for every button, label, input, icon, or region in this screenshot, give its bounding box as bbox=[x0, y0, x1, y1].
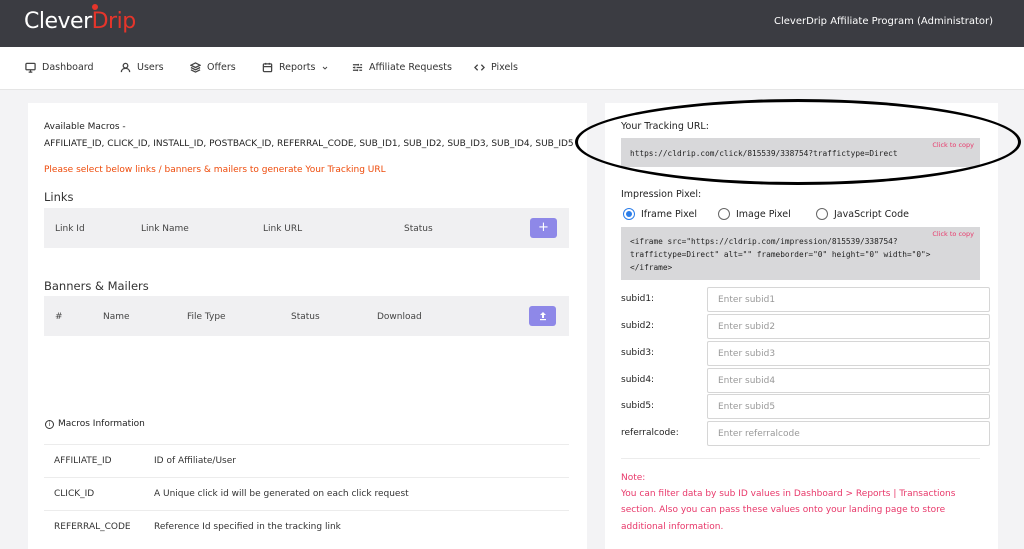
upload-icon bbox=[539, 312, 546, 321]
nav-item-pixels[interactable]: Pixels bbox=[474, 62, 518, 73]
iframe-code-line: <iframe src="https://cldrip.com/impressi… bbox=[630, 237, 898, 246]
subid1-input[interactable] bbox=[707, 287, 990, 312]
col-number: # bbox=[55, 312, 63, 322]
chevron-down-icon bbox=[323, 66, 328, 70]
nav-label: Users bbox=[137, 62, 164, 73]
col-link-url: Link URL bbox=[263, 224, 303, 234]
subid5-input[interactable] bbox=[707, 394, 990, 419]
nav-item-offers[interactable]: Offers bbox=[190, 62, 236, 73]
nav-label: Pixels bbox=[491, 62, 518, 73]
add-link-button[interactable]: + bbox=[530, 218, 557, 238]
macro-info-row: CLICK_ID A Unique click id will be gener… bbox=[44, 477, 569, 510]
macro-key: REFERRAL_CODE bbox=[54, 522, 131, 532]
macros-info-label: Macros Information bbox=[58, 419, 145, 429]
nav-item-users[interactable]: Users bbox=[120, 62, 164, 73]
note-text: section. Also you can pass these values … bbox=[621, 505, 946, 515]
subid4-input[interactable] bbox=[707, 368, 990, 393]
nav-item-affiliate-requests[interactable]: Affiliate Requests bbox=[352, 62, 452, 73]
col-status: Status bbox=[404, 224, 433, 234]
plus-icon: + bbox=[538, 220, 549, 235]
iframe-code-line: </iframe> bbox=[630, 263, 673, 272]
links-panel: Available Macros - AFFILIATE_ID, CLICK_I… bbox=[28, 103, 587, 549]
radio-label: JavaScript Code bbox=[834, 208, 909, 220]
macro-description: A Unique click id will be generated on e… bbox=[154, 489, 409, 499]
note-title: Note: bbox=[621, 473, 646, 483]
subid1-label: subid1: bbox=[621, 294, 655, 304]
subid2-label: subid2: bbox=[621, 321, 655, 331]
macro-key: CLICK_ID bbox=[54, 489, 95, 499]
available-macros-label: Available Macros - bbox=[44, 122, 126, 132]
subid3-label: subid3: bbox=[621, 348, 655, 358]
available-macros-list: AFFILIATE_ID, CLICK_ID, INSTALL_ID, POST… bbox=[44, 139, 574, 149]
note-text: You can filter data by sub ID values in … bbox=[621, 489, 956, 499]
nav-label: Dashboard bbox=[42, 62, 94, 73]
select-message: Please select below links / banners & ma… bbox=[44, 165, 386, 175]
macro-key: AFFILIATE_ID bbox=[54, 456, 112, 466]
nav-label: Affiliate Requests bbox=[369, 62, 452, 73]
col-file-type: File Type bbox=[187, 312, 226, 322]
tracking-url-value: https://cldrip.com/click/815539/338754?t… bbox=[630, 149, 898, 158]
tracking-panel: Your Tracking URL: Click to copy https:/… bbox=[605, 103, 998, 549]
main-nav: Dashboard Users Offers Reports Affiliate… bbox=[0, 47, 1024, 90]
col-link-name: Link Name bbox=[141, 224, 189, 234]
col-name: Name bbox=[103, 312, 130, 322]
radio-label: Iframe Pixel bbox=[641, 208, 697, 220]
note-text: additional information. bbox=[621, 522, 724, 532]
banners-title: Banners & Mailers bbox=[44, 279, 149, 293]
calendar-icon bbox=[262, 62, 273, 73]
sliders-icon bbox=[352, 63, 363, 72]
divider bbox=[621, 458, 980, 459]
macro-info-row: REFERRAL_CODE Reference Id specified in … bbox=[44, 510, 569, 543]
subid2-input[interactable] bbox=[707, 314, 990, 339]
macro-description: ID of Affiliate/User bbox=[154, 456, 236, 466]
macro-info-row: AFFILIATE_ID ID of Affiliate/User bbox=[44, 444, 569, 477]
nav-item-dashboard[interactable]: Dashboard bbox=[25, 62, 94, 73]
links-table-header: Link Id Link Name Link URL Status + bbox=[44, 208, 569, 248]
impression-pixel-label: Impression Pixel: bbox=[621, 189, 702, 200]
banners-table-header: # Name File Type Status Download bbox=[44, 296, 569, 336]
top-bar: CleverDrip CleverDrip Affiliate Program … bbox=[0, 0, 1024, 47]
subid3-input[interactable] bbox=[707, 341, 990, 366]
logo[interactable]: CleverDrip bbox=[24, 9, 136, 34]
links-title: Links bbox=[44, 190, 74, 204]
subid5-label: subid5: bbox=[621, 401, 655, 411]
layers-icon bbox=[190, 62, 201, 73]
col-download: Download bbox=[377, 312, 422, 322]
tracking-url-label: Your Tracking URL: bbox=[621, 121, 709, 132]
radio-iframe-pixel[interactable]: Iframe Pixel bbox=[623, 208, 697, 220]
upload-banner-button[interactable] bbox=[529, 306, 556, 326]
monitor-icon bbox=[25, 62, 36, 73]
col-link-id: Link Id bbox=[55, 224, 85, 234]
user-icon bbox=[120, 62, 131, 73]
logo-text-clever: Clever bbox=[24, 9, 92, 34]
copy-impression-code-link[interactable]: Click to copy bbox=[932, 230, 974, 238]
subid4-label: subid4: bbox=[621, 375, 655, 385]
col-status: Status bbox=[291, 312, 320, 322]
impression-code-box[interactable]: Click to copy <iframe src="https://cldri… bbox=[621, 227, 980, 280]
referralcode-label: referralcode: bbox=[621, 428, 679, 438]
code-icon bbox=[474, 64, 485, 71]
macros-info-title: i Macros Information bbox=[45, 419, 145, 429]
logo-text-drip: Drip bbox=[91, 9, 137, 34]
referralcode-input[interactable] bbox=[707, 421, 990, 446]
macro-description: Reference Id specified in the tracking l… bbox=[154, 522, 341, 532]
info-icon: i bbox=[45, 419, 54, 429]
nav-label: Offers bbox=[207, 62, 236, 73]
radio-image-pixel[interactable]: Image Pixel bbox=[718, 208, 791, 220]
account-title[interactable]: CleverDrip Affiliate Program (Administra… bbox=[774, 16, 993, 27]
radio-indicator bbox=[816, 208, 828, 220]
iframe-code-line: traffictype=Direct" alt="" frameborder="… bbox=[630, 250, 931, 259]
radio-indicator bbox=[718, 208, 730, 220]
tracking-url-box[interactable]: Click to copy https://cldrip.com/click/8… bbox=[621, 138, 980, 167]
radio-javascript-code[interactable]: JavaScript Code bbox=[816, 208, 909, 220]
radio-label: Image Pixel bbox=[736, 208, 791, 220]
nav-label: Reports bbox=[279, 62, 316, 73]
logo-dot bbox=[92, 4, 98, 10]
nav-item-reports[interactable]: Reports bbox=[262, 62, 329, 73]
copy-tracking-url-link[interactable]: Click to copy bbox=[932, 141, 974, 149]
radio-selected-indicator bbox=[623, 208, 635, 220]
